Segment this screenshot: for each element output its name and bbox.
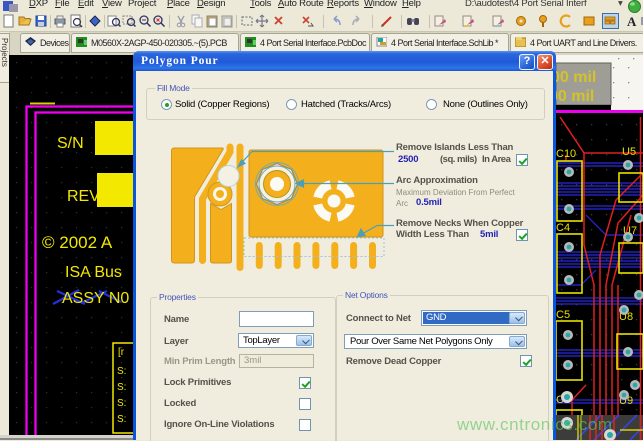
svg-text:C4: C4 xyxy=(556,222,570,234)
svg-text:© 2002 A: © 2002 A xyxy=(42,233,113,252)
svg-text:S/N: S/N xyxy=(57,135,84,152)
svg-text:A: A xyxy=(627,14,637,28)
svg-text:C5: C5 xyxy=(556,309,570,321)
svg-text:S:: S: xyxy=(117,398,126,409)
svg-text:S:: S: xyxy=(117,414,126,425)
svg-text:C10: C10 xyxy=(556,148,576,160)
svg-text:[r: [r xyxy=(118,347,125,358)
svg-text:REV: REV xyxy=(67,188,100,205)
svg-text:ISA Bus: ISA Bus xyxy=(65,264,122,281)
svg-text:00 mil: 00 mil xyxy=(556,88,594,105)
svg-text:00 mil: 00 mil xyxy=(556,69,596,86)
svg-text:S:: S: xyxy=(117,382,126,393)
svg-text:U5: U5 xyxy=(622,146,636,158)
svg-text:S:: S: xyxy=(117,366,126,377)
svg-text:ASSY N0: ASSY N0 xyxy=(62,290,129,307)
